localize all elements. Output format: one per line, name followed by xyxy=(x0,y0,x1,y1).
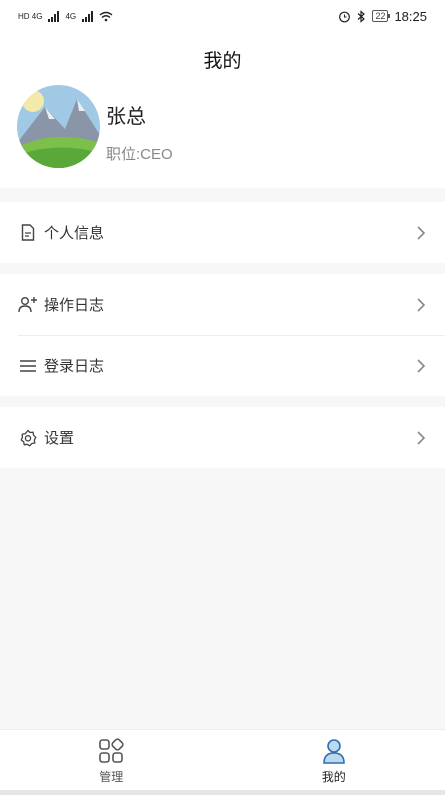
menu-label-personal-info: 个人信息 xyxy=(44,222,415,243)
alarm-icon xyxy=(338,10,351,23)
profile-header: 我的 张总 职位:CEO xyxy=(0,32,445,188)
tab-label-manage: 管理 xyxy=(99,768,123,785)
status-right: 22 18:25 xyxy=(338,9,427,24)
menu-item-personal-info[interactable]: 个人信息 xyxy=(0,202,445,263)
signal-icon-2 xyxy=(82,10,93,22)
chevron-right-icon xyxy=(415,358,427,374)
home-indicator-bar xyxy=(0,790,445,795)
network-label-left: HD 4G xyxy=(18,12,42,21)
menu-label-settings: 设置 xyxy=(44,427,415,448)
menu-item-settings[interactable]: 设置 xyxy=(0,407,445,468)
user-add-icon xyxy=(18,295,38,315)
wifi-icon xyxy=(99,11,113,22)
menu-group-info: 个人信息 xyxy=(0,202,445,263)
gear-icon xyxy=(18,428,38,448)
user-position: 职位:CEO xyxy=(106,143,173,164)
chevron-right-icon xyxy=(415,225,427,241)
chevron-right-icon xyxy=(415,297,427,313)
document-icon xyxy=(18,223,38,243)
avatar[interactable] xyxy=(17,85,100,168)
tab-label-mine: 我的 xyxy=(322,768,346,785)
menu-label-operation-log: 操作日志 xyxy=(44,294,415,315)
menu-group-logs: 操作日志 登录日志 xyxy=(0,274,445,396)
user-name: 张总 xyxy=(106,100,146,129)
clock: 18:25 xyxy=(394,9,427,24)
user-icon xyxy=(321,738,347,764)
network-indicators: HD 4G 4G xyxy=(18,10,113,22)
battery-icon: 22 xyxy=(372,10,388,22)
page-title: 我的 xyxy=(0,46,445,73)
menu-item-operation-log[interactable]: 操作日志 xyxy=(0,274,445,335)
menu-label-login-log: 登录日志 xyxy=(44,355,415,376)
signal-icon xyxy=(48,10,59,22)
tab-mine[interactable]: 我的 xyxy=(223,730,445,796)
tab-manage[interactable]: 管理 xyxy=(0,730,223,796)
bottom-tab-bar: 管理 我的 xyxy=(0,729,445,796)
status-bar: HD 4G 4G 22 18:25 xyxy=(0,0,445,32)
bluetooth-icon xyxy=(357,10,366,23)
avatar-image xyxy=(17,85,100,168)
grid-icon xyxy=(98,738,124,764)
menu-item-login-log[interactable]: 登录日志 xyxy=(0,335,445,396)
menu-group-settings: 设置 xyxy=(0,407,445,468)
chevron-right-icon xyxy=(415,430,427,446)
network-label-right: 4G xyxy=(65,12,76,21)
list-icon xyxy=(18,356,38,376)
